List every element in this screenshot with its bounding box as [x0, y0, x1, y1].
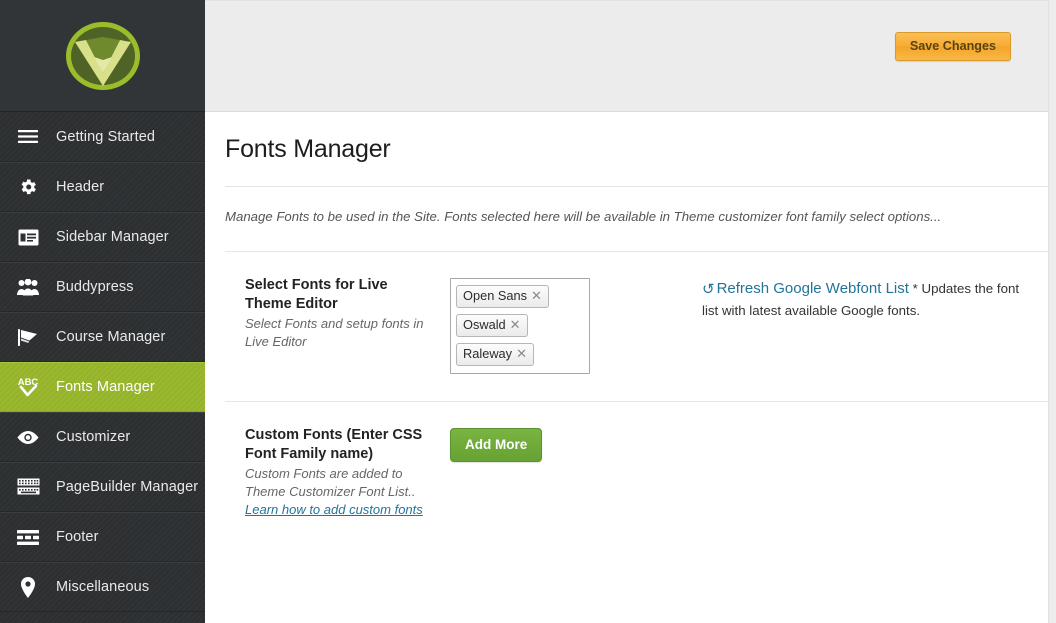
sidebar-item-sidebar-manager[interactable]: Sidebar Manager: [0, 212, 205, 262]
sidebar: Getting Started Header Sidebar Manager B…: [0, 0, 205, 623]
v-shield-logo: [64, 19, 142, 93]
map-pin-icon: [0, 576, 56, 598]
section-label-group: Select Fonts for Live Theme Editor Selec…: [245, 276, 450, 374]
sidebar-item-label: Getting Started: [56, 128, 156, 145]
sidebar-item-pagebuilder-manager[interactable]: PageBuilder Manager: [0, 462, 205, 512]
admin-page: Getting Started Header Sidebar Manager B…: [0, 0, 1056, 623]
section-subtitle: Custom Fonts are added to Theme Customiz…: [245, 465, 436, 519]
refresh-webfont-aside: ↺ Refresh Google Webfont List * Updates t…: [650, 276, 1056, 374]
content-panel: Fonts Manager Manage Fonts to be used in…: [205, 112, 1056, 623]
sidebar-layout-icon: [0, 229, 56, 246]
remove-font-icon[interactable]: ✕: [516, 346, 527, 361]
top-bar: Save Changes: [205, 0, 1056, 112]
font-tag[interactable]: Oswald ✕: [456, 314, 528, 337]
section-custom-fonts: Custom Fonts (Enter CSS Font Family name…: [205, 402, 1056, 519]
save-changes-button[interactable]: Save Changes: [894, 32, 1011, 61]
sidebar-item-course-manager[interactable]: Course Manager: [0, 312, 205, 362]
main-area: Save Changes Fonts Manager Manage Fonts …: [205, 0, 1056, 623]
graduation-cap-icon: [0, 328, 56, 347]
sidebar-nav: Getting Started Header Sidebar Manager B…: [0, 112, 205, 612]
section-title: Select Fonts for Live Theme Editor: [245, 277, 388, 312]
refresh-circular-arrow-icon: ↺: [702, 281, 715, 298]
custom-fonts-aside: [650, 426, 1056, 519]
abc-checkmark-icon: ABC: [0, 375, 56, 399]
logo-area: [0, 0, 205, 112]
font-tag-label: Oswald: [463, 317, 506, 332]
page-title: Fonts Manager: [225, 135, 391, 163]
remove-font-icon[interactable]: ✕: [531, 288, 542, 303]
users-group-icon: [0, 278, 56, 296]
page-description: Manage Fonts to be used in the Site. Fon…: [225, 209, 942, 224]
sidebar-item-fonts-manager[interactable]: ABC Fonts Manager: [0, 362, 205, 412]
sidebar-item-buddypress[interactable]: Buddypress: [0, 262, 205, 312]
section-select-fonts: Select Fonts for Live Theme Editor Selec…: [205, 252, 1056, 374]
keyboard-icon: [0, 478, 56, 496]
add-more-field: Add More: [450, 426, 650, 519]
sidebar-item-label: Header: [56, 179, 105, 195]
v-shield-logo-svg: [65, 21, 140, 90]
sidebar-item-label: Sidebar Manager: [56, 229, 169, 245]
hamburger-menu-icon: [0, 129, 56, 144]
section-subtitle: Select Fonts and setup fonts in Live Edi…: [245, 316, 424, 349]
sidebar-item-label: Buddypress: [56, 279, 134, 295]
selected-fonts-multiselect[interactable]: Open Sans ✕ Oswald ✕ Raleway ✕: [450, 278, 590, 374]
sidebar-item-getting-started[interactable]: Getting Started: [0, 112, 205, 162]
footer-layout-icon: [0, 529, 56, 545]
section-subtitle-text: Custom Fonts are added to Theme Customiz…: [245, 466, 416, 499]
section-title: Custom Fonts (Enter CSS Font Family name…: [245, 427, 423, 462]
font-tag-label: Raleway: [463, 346, 513, 361]
add-more-button[interactable]: Add More: [450, 428, 543, 462]
gear-icon: [0, 177, 56, 197]
section-label-group: Custom Fonts (Enter CSS Font Family name…: [245, 426, 450, 519]
sidebar-item-label: Fonts Manager: [56, 379, 155, 395]
refresh-google-webfont-list-link[interactable]: Refresh Google Webfont List: [717, 280, 909, 297]
font-tag[interactable]: Raleway ✕: [456, 343, 534, 366]
right-edge-strip: [1048, 0, 1056, 623]
sidebar-item-customizer[interactable]: Customizer: [0, 412, 205, 462]
sidebar-item-header[interactable]: Header: [0, 162, 205, 212]
font-tag[interactable]: Open Sans ✕: [456, 285, 549, 308]
eye-icon: [0, 430, 56, 445]
learn-how-to-add-custom-fonts-link[interactable]: Learn how to add custom fonts: [245, 502, 423, 517]
font-tag-label: Open Sans: [463, 288, 528, 303]
sidebar-item-label: Course Manager: [56, 329, 166, 345]
font-select-field: Open Sans ✕ Oswald ✕ Raleway ✕: [450, 276, 650, 374]
remove-font-icon[interactable]: ✕: [510, 317, 521, 332]
sidebar-item-label: PageBuilder Manager: [56, 479, 199, 495]
sidebar-item-label: Customizer: [56, 429, 131, 445]
sidebar-item-label: Miscellaneous: [56, 579, 150, 595]
sidebar-item-miscellaneous[interactable]: Miscellaneous: [0, 562, 205, 612]
sidebar-item-footer[interactable]: Footer: [0, 512, 205, 562]
sidebar-item-label: Footer: [56, 529, 99, 545]
